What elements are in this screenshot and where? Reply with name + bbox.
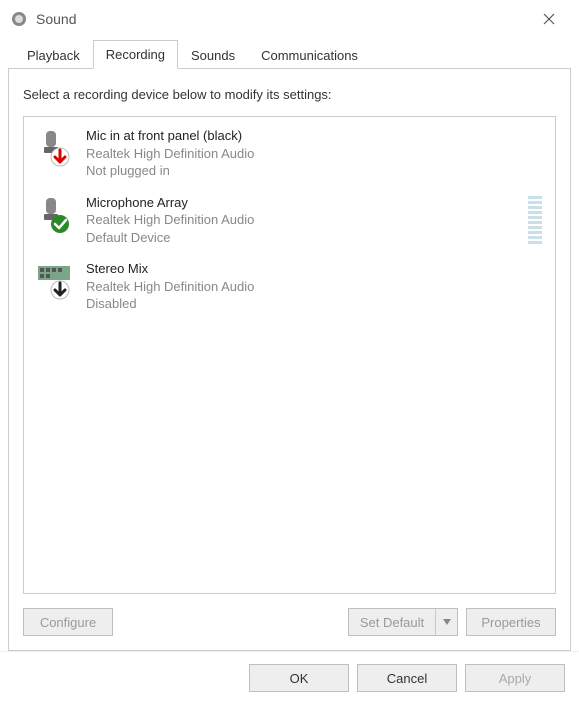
device-name: Mic in at front panel (black) bbox=[86, 127, 545, 145]
titlebar: Sound bbox=[0, 0, 579, 38]
dialog-button-row: OK Cancel Apply bbox=[0, 651, 579, 704]
mic-array-icon bbox=[34, 194, 74, 234]
device-text: Mic in at front panel (black) Realtek Hi… bbox=[86, 127, 545, 180]
device-status: Not plugged in bbox=[86, 162, 545, 180]
set-default-button[interactable]: Set Default bbox=[348, 608, 458, 636]
tab-panel-recording: Select a recording device below to modif… bbox=[8, 68, 571, 651]
tab-communications[interactable]: Communications bbox=[248, 41, 371, 69]
device-item[interactable]: Mic in at front panel (black) Realtek Hi… bbox=[24, 121, 555, 188]
level-meter bbox=[525, 194, 545, 247]
panel-button-row: Configure Set Default Properties bbox=[23, 608, 556, 636]
set-default-dropdown[interactable] bbox=[435, 609, 457, 635]
tabstrip: Playback Recording Sounds Communications bbox=[8, 38, 571, 68]
device-driver: Realtek High Definition Audio bbox=[86, 145, 545, 163]
device-text: Microphone Array Realtek High Definition… bbox=[86, 194, 513, 247]
apply-button[interactable]: Apply bbox=[465, 664, 565, 692]
device-driver: Realtek High Definition Audio bbox=[86, 211, 513, 229]
configure-button[interactable]: Configure bbox=[23, 608, 113, 636]
cancel-button[interactable]: Cancel bbox=[357, 664, 457, 692]
device-status: Default Device bbox=[86, 229, 513, 247]
set-default-label: Set Default bbox=[349, 615, 435, 630]
mic-jack-icon bbox=[34, 127, 74, 167]
stereo-mix-icon bbox=[34, 260, 74, 300]
properties-button[interactable]: Properties bbox=[466, 608, 556, 636]
device-icon bbox=[34, 127, 74, 180]
tab-sounds[interactable]: Sounds bbox=[178, 41, 248, 69]
instruction-text: Select a recording device below to modif… bbox=[23, 87, 556, 102]
sound-icon bbox=[10, 10, 28, 28]
device-text: Stereo Mix Realtek High Definition Audio… bbox=[86, 260, 545, 313]
device-icon bbox=[34, 194, 74, 247]
device-icon bbox=[34, 260, 74, 313]
ok-button[interactable]: OK bbox=[249, 664, 349, 692]
device-list[interactable]: Mic in at front panel (black) Realtek Hi… bbox=[23, 116, 556, 594]
tab-playback[interactable]: Playback bbox=[14, 41, 93, 69]
sound-dialog: Sound Playback Recording Sounds Communic… bbox=[0, 0, 579, 704]
device-name: Stereo Mix bbox=[86, 260, 545, 278]
window-title: Sound bbox=[36, 11, 76, 27]
device-item[interactable]: Microphone Array Realtek High Definition… bbox=[24, 188, 555, 255]
chevron-down-icon bbox=[443, 619, 451, 625]
device-driver: Realtek High Definition Audio bbox=[86, 278, 545, 296]
close-button[interactable] bbox=[529, 3, 569, 35]
device-name: Microphone Array bbox=[86, 194, 513, 212]
tab-recording[interactable]: Recording bbox=[93, 40, 178, 69]
close-icon bbox=[543, 13, 555, 25]
dialog-content: Playback Recording Sounds Communications… bbox=[0, 38, 579, 651]
device-status: Disabled bbox=[86, 295, 545, 313]
device-item[interactable]: Stereo Mix Realtek High Definition Audio… bbox=[24, 254, 555, 321]
